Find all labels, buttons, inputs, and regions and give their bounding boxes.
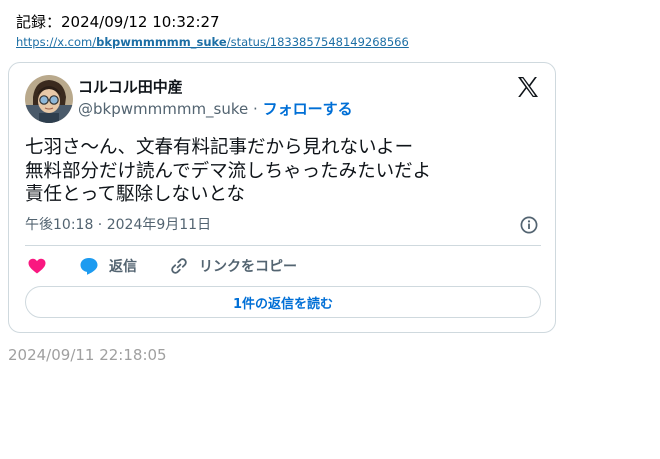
handle-separator: · [248, 100, 263, 118]
divider [25, 245, 541, 246]
user-handle[interactable]: @bkpwmmmmm_suke [78, 100, 248, 118]
tweet-text-line-1: 七羽さ〜ん、文春有料記事だから見れないよー [25, 137, 414, 158]
copy-link-button[interactable]: リンクをコピー [169, 255, 297, 277]
tweet-url-username: bkpwmmmmm_suke [96, 35, 227, 49]
tweet-date: 2024年9月11日 [106, 217, 212, 233]
info-icon[interactable] [519, 215, 539, 235]
speech-bubble-icon [80, 258, 98, 275]
tweet-text-line-3: 責任とって駆除しないとな [25, 184, 245, 205]
tweet-url-link[interactable]: https://x.com/bkpwmmmmm_suke/status/1833… [16, 34, 409, 50]
action-bar: 返信 リンクをコピー [25, 255, 541, 277]
date-separator: · [93, 217, 107, 233]
read-replies-button[interactable]: 1件の返信を読む [25, 286, 541, 318]
tweet-url-prefix: https://x.com/ [16, 35, 97, 49]
tweet-datetime[interactable]: 午後10:18 · 2024年9月11日 [25, 215, 211, 235]
heart-icon [28, 258, 46, 274]
footer-timestamp: 2024/09/11 22:18:05 [8, 346, 167, 364]
copy-link-label: リンクをコピー [199, 259, 297, 275]
tweet-time: 午後10:18 [25, 217, 94, 233]
display-name[interactable]: コルコル田中産 [78, 77, 183, 97]
tweet-text-line-2: 無料部分だけ読んでデマ流しちゃったみたいだよ [25, 160, 432, 182]
follow-button[interactable]: フォローする [263, 100, 353, 118]
x-logo-icon[interactable] [516, 75, 540, 99]
tweet-url-suffix: /status/1833857548149268566 [226, 35, 409, 49]
reply-button[interactable]: 返信 [79, 255, 137, 277]
embedded-tweet-card: コルコル田中産 @bkpwmmmmm_suke · フォローする 七羽さ〜ん、文… [8, 62, 556, 333]
tweet-text: 七羽さ〜ん、文春有料記事だから見れないよー 無料部分だけ読んでデマ流しちゃったみ… [25, 136, 431, 207]
record-timestamp: 記録：2024/09/12 10:32:27 [16, 13, 220, 31]
like-button[interactable] [27, 255, 47, 277]
link-icon [171, 258, 187, 274]
reply-label: 返信 [109, 259, 137, 275]
handle-row: @bkpwmmmmm_suke · フォローする [78, 99, 353, 119]
avatar[interactable] [25, 75, 73, 123]
avatar-image [25, 75, 73, 123]
